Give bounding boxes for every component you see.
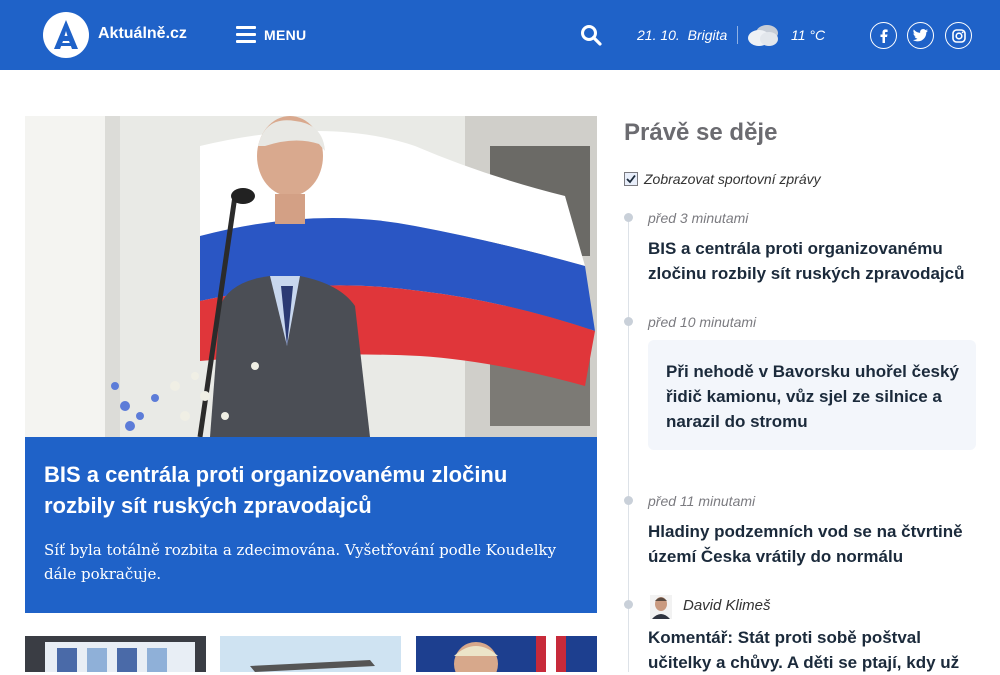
instagram-icon[interactable] xyxy=(945,22,972,49)
date-nameday: 21. 10. Brigita xyxy=(637,27,727,43)
header-divider xyxy=(737,26,738,44)
author-avatar xyxy=(650,595,672,619)
news-time: před 11 minutami xyxy=(648,493,756,509)
cloud-icon xyxy=(746,22,782,48)
article-thumbnail[interactable] xyxy=(25,636,206,672)
lead-article[interactable]: BIS a centrála proti organizovanému zloč… xyxy=(25,437,597,613)
menu-label: MENU xyxy=(264,27,307,43)
temperature: 11 °C xyxy=(791,27,826,43)
news-item-highlighted[interactable]: Při nehodě v Bavorsku uhořel český řidič… xyxy=(648,340,976,450)
live-feed-title: Právě se děje xyxy=(624,119,778,146)
news-item-title[interactable]: Komentář: Stát proti sobě poštval učitel… xyxy=(648,625,968,675)
news-time: před 3 minutami xyxy=(648,210,749,226)
sport-news-label: Zobrazovat sportovní zprávy xyxy=(644,171,821,187)
menu-button[interactable]: MENU xyxy=(236,24,306,46)
news-item-title[interactable]: BIS a centrála proti organizovanému zloč… xyxy=(648,236,968,286)
nameday: Brigita xyxy=(687,27,728,43)
logo-a[interactable] xyxy=(43,12,89,58)
article-thumbnail[interactable] xyxy=(416,636,597,672)
date: 21. 10. xyxy=(637,27,680,43)
timeline-dot xyxy=(624,496,633,505)
lead-article-perex: Síť byla totálně rozbita a zdecimována. … xyxy=(44,541,557,583)
author-name: David Klimeš xyxy=(683,597,771,614)
news-item-title[interactable]: Při nehodě v Bavorsku uhořel český řidič… xyxy=(666,359,966,434)
lead-article-title[interactable]: BIS a centrála proti organizovanému zloč… xyxy=(44,459,564,521)
twitter-icon[interactable] xyxy=(907,22,934,49)
facebook-icon[interactable] xyxy=(870,22,897,49)
brand-name[interactable]: Aktuálně.cz xyxy=(98,25,187,43)
news-item-title[interactable]: Hladiny podzemních vod se na čtvrtině úz… xyxy=(648,519,968,569)
burger-icon xyxy=(236,26,256,44)
article-thumbnail[interactable] xyxy=(220,636,401,672)
site-header: Aktuálně.cz MENU 21. 10. Brigita 11 °C xyxy=(0,0,1000,70)
sport-news-toggle[interactable]: Zobrazovat sportovní zprávy xyxy=(624,171,821,187)
search-icon[interactable] xyxy=(580,24,602,46)
news-time: před 10 minutami xyxy=(648,314,757,330)
timeline-dot xyxy=(624,213,633,222)
checkbox[interactable] xyxy=(624,172,638,186)
timeline-dot xyxy=(624,600,633,609)
lead-article-photo[interactable] xyxy=(25,116,597,437)
timeline-dot xyxy=(624,317,633,326)
